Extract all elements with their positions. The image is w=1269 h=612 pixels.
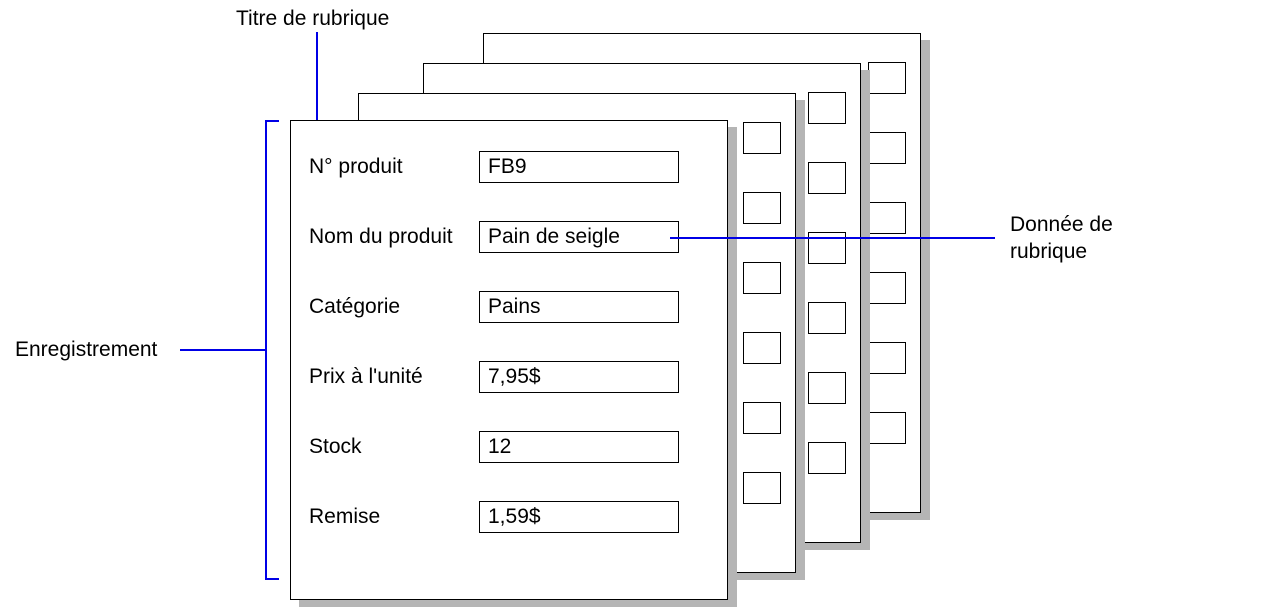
field-input-discount[interactable] xyxy=(479,501,679,533)
callout-field-data-line2: rubrique xyxy=(1010,238,1087,265)
ghost-field xyxy=(743,402,781,434)
field-row-stock: Stock xyxy=(309,431,709,463)
callout-line-field-data xyxy=(670,237,995,239)
field-row-discount: Remise xyxy=(309,501,709,533)
field-row-category: Catégorie xyxy=(309,291,709,323)
field-label: Nom du produit xyxy=(309,225,479,249)
ghost-field xyxy=(808,442,846,474)
callout-record: Enregistrement xyxy=(15,336,157,363)
ghost-field xyxy=(868,412,906,444)
field-input-category[interactable] xyxy=(479,291,679,323)
ghost-field xyxy=(808,302,846,334)
ghost-field xyxy=(808,162,846,194)
field-label: Stock xyxy=(309,435,479,459)
field-input-unit-price[interactable] xyxy=(479,361,679,393)
ghost-field xyxy=(868,202,906,234)
field-input-product-name[interactable] xyxy=(479,221,679,253)
field-input-product-number[interactable] xyxy=(479,151,679,183)
field-label: N° produit xyxy=(309,155,479,179)
ghost-field xyxy=(868,272,906,304)
field-row-unit-price: Prix à l'unité xyxy=(309,361,709,393)
field-label: Remise xyxy=(309,505,479,529)
ghost-field xyxy=(743,472,781,504)
field-label: Prix à l'unité xyxy=(309,365,479,389)
field-input-stock[interactable] xyxy=(479,431,679,463)
field-label: Catégorie xyxy=(309,295,479,319)
record-card-front: N° produit Nom du produit Catégorie Prix… xyxy=(290,120,728,600)
callout-line-record xyxy=(180,349,240,351)
ghost-field xyxy=(743,332,781,364)
callout-field-title: Titre de rubrique xyxy=(236,5,389,32)
ghost-field xyxy=(868,62,906,94)
callout-line-record-2 xyxy=(240,349,266,351)
record-bracket xyxy=(265,120,279,580)
field-row-product-name: Nom du produit xyxy=(309,221,709,253)
ghost-field xyxy=(743,262,781,294)
ghost-field xyxy=(808,372,846,404)
ghost-field xyxy=(868,132,906,164)
field-row-product-number: N° produit xyxy=(309,151,709,183)
callout-field-data-line1: Donnée de xyxy=(1010,211,1113,238)
ghost-field xyxy=(743,192,781,224)
ghost-field xyxy=(743,122,781,154)
ghost-field xyxy=(868,342,906,374)
ghost-field xyxy=(808,92,846,124)
